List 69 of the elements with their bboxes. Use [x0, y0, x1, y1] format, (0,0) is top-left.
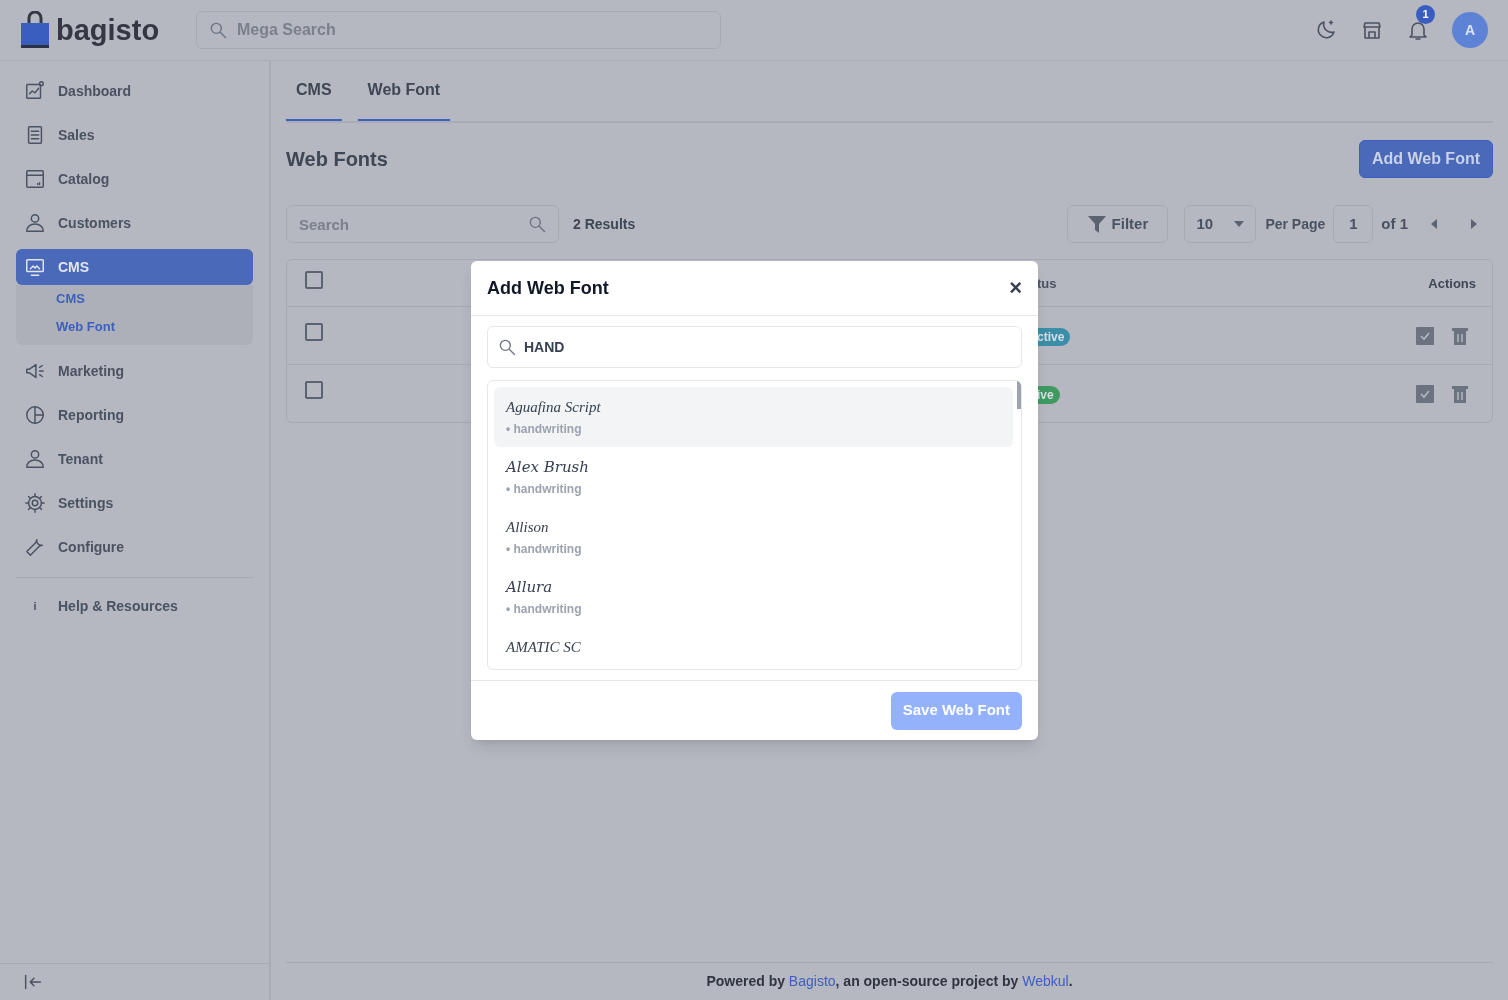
settings-icon — [24, 492, 46, 514]
font-option[interactable]: Alex Brush • handwriting — [494, 447, 1013, 507]
submenu-item[interactable]: CMS — [56, 289, 213, 309]
modal-title: Add Web Font — [487, 276, 609, 300]
checkbox-checked-icon[interactable] — [1416, 326, 1434, 345]
sidebar-item[interactable]: Reporting — [16, 397, 253, 433]
layout-icon — [24, 168, 46, 190]
per-page-dropdown[interactable]: 10 — [1184, 205, 1257, 243]
mega-search-field[interactable]: Mega Search — [196, 11, 721, 49]
next-page-icon[interactable] — [1470, 219, 1478, 229]
checkbox[interactable] — [305, 270, 323, 289]
chart-icon — [24, 80, 46, 102]
scrollbar[interactable] — [1017, 381, 1021, 409]
sidebar-item[interactable]: Customers — [16, 205, 253, 241]
column-header: Actions — [1428, 276, 1476, 291]
info-icon: i — [24, 598, 46, 615]
avatar[interactable]: A — [1452, 12, 1488, 48]
sidebar-item[interactable]: Configure — [16, 529, 253, 565]
font-option[interactable]: Allura • handwriting — [494, 567, 1013, 627]
filter-icon — [1087, 215, 1106, 233]
sidebar-item[interactable]: Catalog — [16, 161, 253, 197]
logo-text: bagisto — [56, 15, 160, 45]
search-icon — [497, 337, 517, 357]
help-link[interactable]: Help & Resources — [58, 596, 178, 617]
sidebar-item[interactable]: Dashboard — [16, 73, 253, 109]
sidebar-item[interactable]: Settings — [16, 485, 253, 521]
checkbox[interactable] — [305, 323, 323, 341]
page-title: Web Fonts — [286, 147, 388, 172]
search-field[interactable]: Search — [286, 205, 559, 243]
font-option[interactable]: AMATIC SC — [494, 627, 1013, 669]
submenu-item[interactable]: Web Font — [56, 317, 213, 337]
footer-text: Powered by Bagisto, an open-source project by Webkul. — [706, 972, 1073, 991]
search-icon — [208, 20, 228, 40]
sidebar-item[interactable]: Sales — [16, 117, 253, 153]
font-search-field[interactable]: HAND — [487, 326, 1022, 368]
user-icon — [24, 448, 46, 470]
previous-page-icon[interactable] — [1430, 219, 1438, 229]
close-button[interactable]: × — [1009, 277, 1022, 299]
column-header: tus — [1037, 276, 1057, 291]
trash-icon[interactable] — [1452, 384, 1468, 403]
notification-badge: 1 — [1416, 5, 1435, 24]
add-web-font-button[interactable]: Add Web Font — [1358, 140, 1493, 178]
sidebar-item[interactable]: Tenant — [16, 441, 253, 477]
monitor-icon — [24, 256, 46, 278]
checkbox-checked-icon[interactable] — [1416, 384, 1434, 403]
footer-link[interactable]: Webkul — [1022, 973, 1069, 989]
trash-icon[interactable] — [1452, 326, 1468, 345]
tab[interactable]: Web Font — [357, 61, 451, 121]
checkbox[interactable] — [305, 381, 323, 399]
status-badge: ive — [1037, 385, 1060, 404]
font-option[interactable]: Aguafina Script • handwriting — [494, 387, 1013, 447]
pie-chart-icon — [24, 404, 46, 426]
sidebar-item[interactable]: Marketing — [16, 353, 253, 389]
font-option[interactable]: Allison • handwriting — [494, 507, 1013, 567]
filter-button[interactable]: Filter — [1067, 205, 1169, 243]
status-badge: ctive — [1037, 327, 1071, 346]
caret-icon — [1234, 221, 1245, 227]
wrench-icon — [24, 536, 46, 558]
page-field[interactable]: 1 — [1333, 205, 1374, 243]
page-count: of 1 — [1381, 213, 1408, 234]
shopping-bag-icon — [20, 11, 50, 49]
tab[interactable]: CMS — [286, 61, 342, 121]
user-icon — [24, 212, 46, 234]
search-icon — [527, 214, 547, 234]
results-count: 2 Results — [573, 214, 636, 234]
sidebar-item[interactable]: CMS — [16, 249, 253, 285]
per-page-label: Per Page — [1265, 214, 1326, 234]
save-web-font-button[interactable]: Save Web Font — [890, 691, 1022, 730]
footer-link[interactable]: Bagisto — [788, 973, 836, 989]
